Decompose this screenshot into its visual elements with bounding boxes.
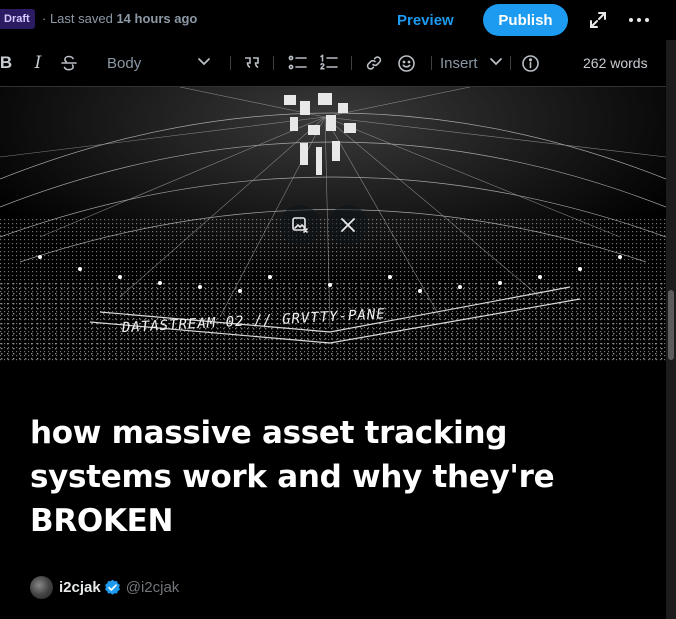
strikethrough-icon[interactable] [60, 52, 78, 74]
formatting-toolbar: B I Body Insert 262 words [0, 40, 676, 87]
link-icon[interactable] [363, 52, 385, 74]
image-actions [280, 205, 368, 245]
text-style-value: Body [107, 54, 142, 72]
word-count: 262 words [583, 55, 648, 71]
close-icon[interactable] [328, 205, 368, 245]
verified-badge-icon [104, 579, 121, 596]
bold-icon[interactable]: B [0, 52, 14, 74]
toolbar-divider [273, 56, 274, 70]
chevron-down-icon [488, 53, 504, 73]
expand-icon[interactable] [588, 10, 608, 30]
toolbar-divider [230, 56, 231, 70]
author-name[interactable]: i2cjak [59, 579, 101, 596]
text-style-select[interactable]: Body [98, 52, 216, 74]
author-handle[interactable]: @i2cjak [126, 579, 180, 596]
top-bar: Draft · Last saved 14 hours ago Preview … [0, 0, 676, 40]
italic-icon[interactable]: I [30, 52, 46, 74]
more-options-icon[interactable] [628, 12, 650, 28]
scrollbar[interactable] [666, 40, 676, 619]
toolbar-divider [510, 56, 511, 70]
author-line: i2cjak @i2cjak [30, 575, 179, 599]
chevron-down-icon [196, 53, 212, 73]
toolbar-divider [431, 56, 432, 70]
preview-button[interactable]: Preview [388, 5, 463, 35]
info-icon[interactable] [519, 52, 541, 74]
quote-icon[interactable] [241, 52, 263, 74]
emoji-icon[interactable] [395, 52, 417, 74]
scrollbar-thumb[interactable] [668, 290, 674, 360]
toolbar-divider [351, 56, 352, 70]
bulleted-list-icon[interactable] [287, 52, 309, 74]
header-image[interactable]: DATASTREAM 02 // GRVTTY-PANE [0, 87, 666, 362]
avatar[interactable] [30, 575, 53, 599]
insert-menu[interactable]: Insert [440, 52, 504, 74]
numbered-list-icon[interactable] [318, 52, 340, 74]
insert-label: Insert [440, 54, 478, 72]
last-saved-status: · Last saved 14 hours ago [42, 11, 198, 26]
publish-button[interactable]: Publish [483, 4, 568, 36]
draft-badge: Draft [0, 9, 35, 29]
article-title[interactable]: how massive asset tracking systems work … [30, 411, 590, 543]
edit-media-icon[interactable] [280, 205, 320, 245]
